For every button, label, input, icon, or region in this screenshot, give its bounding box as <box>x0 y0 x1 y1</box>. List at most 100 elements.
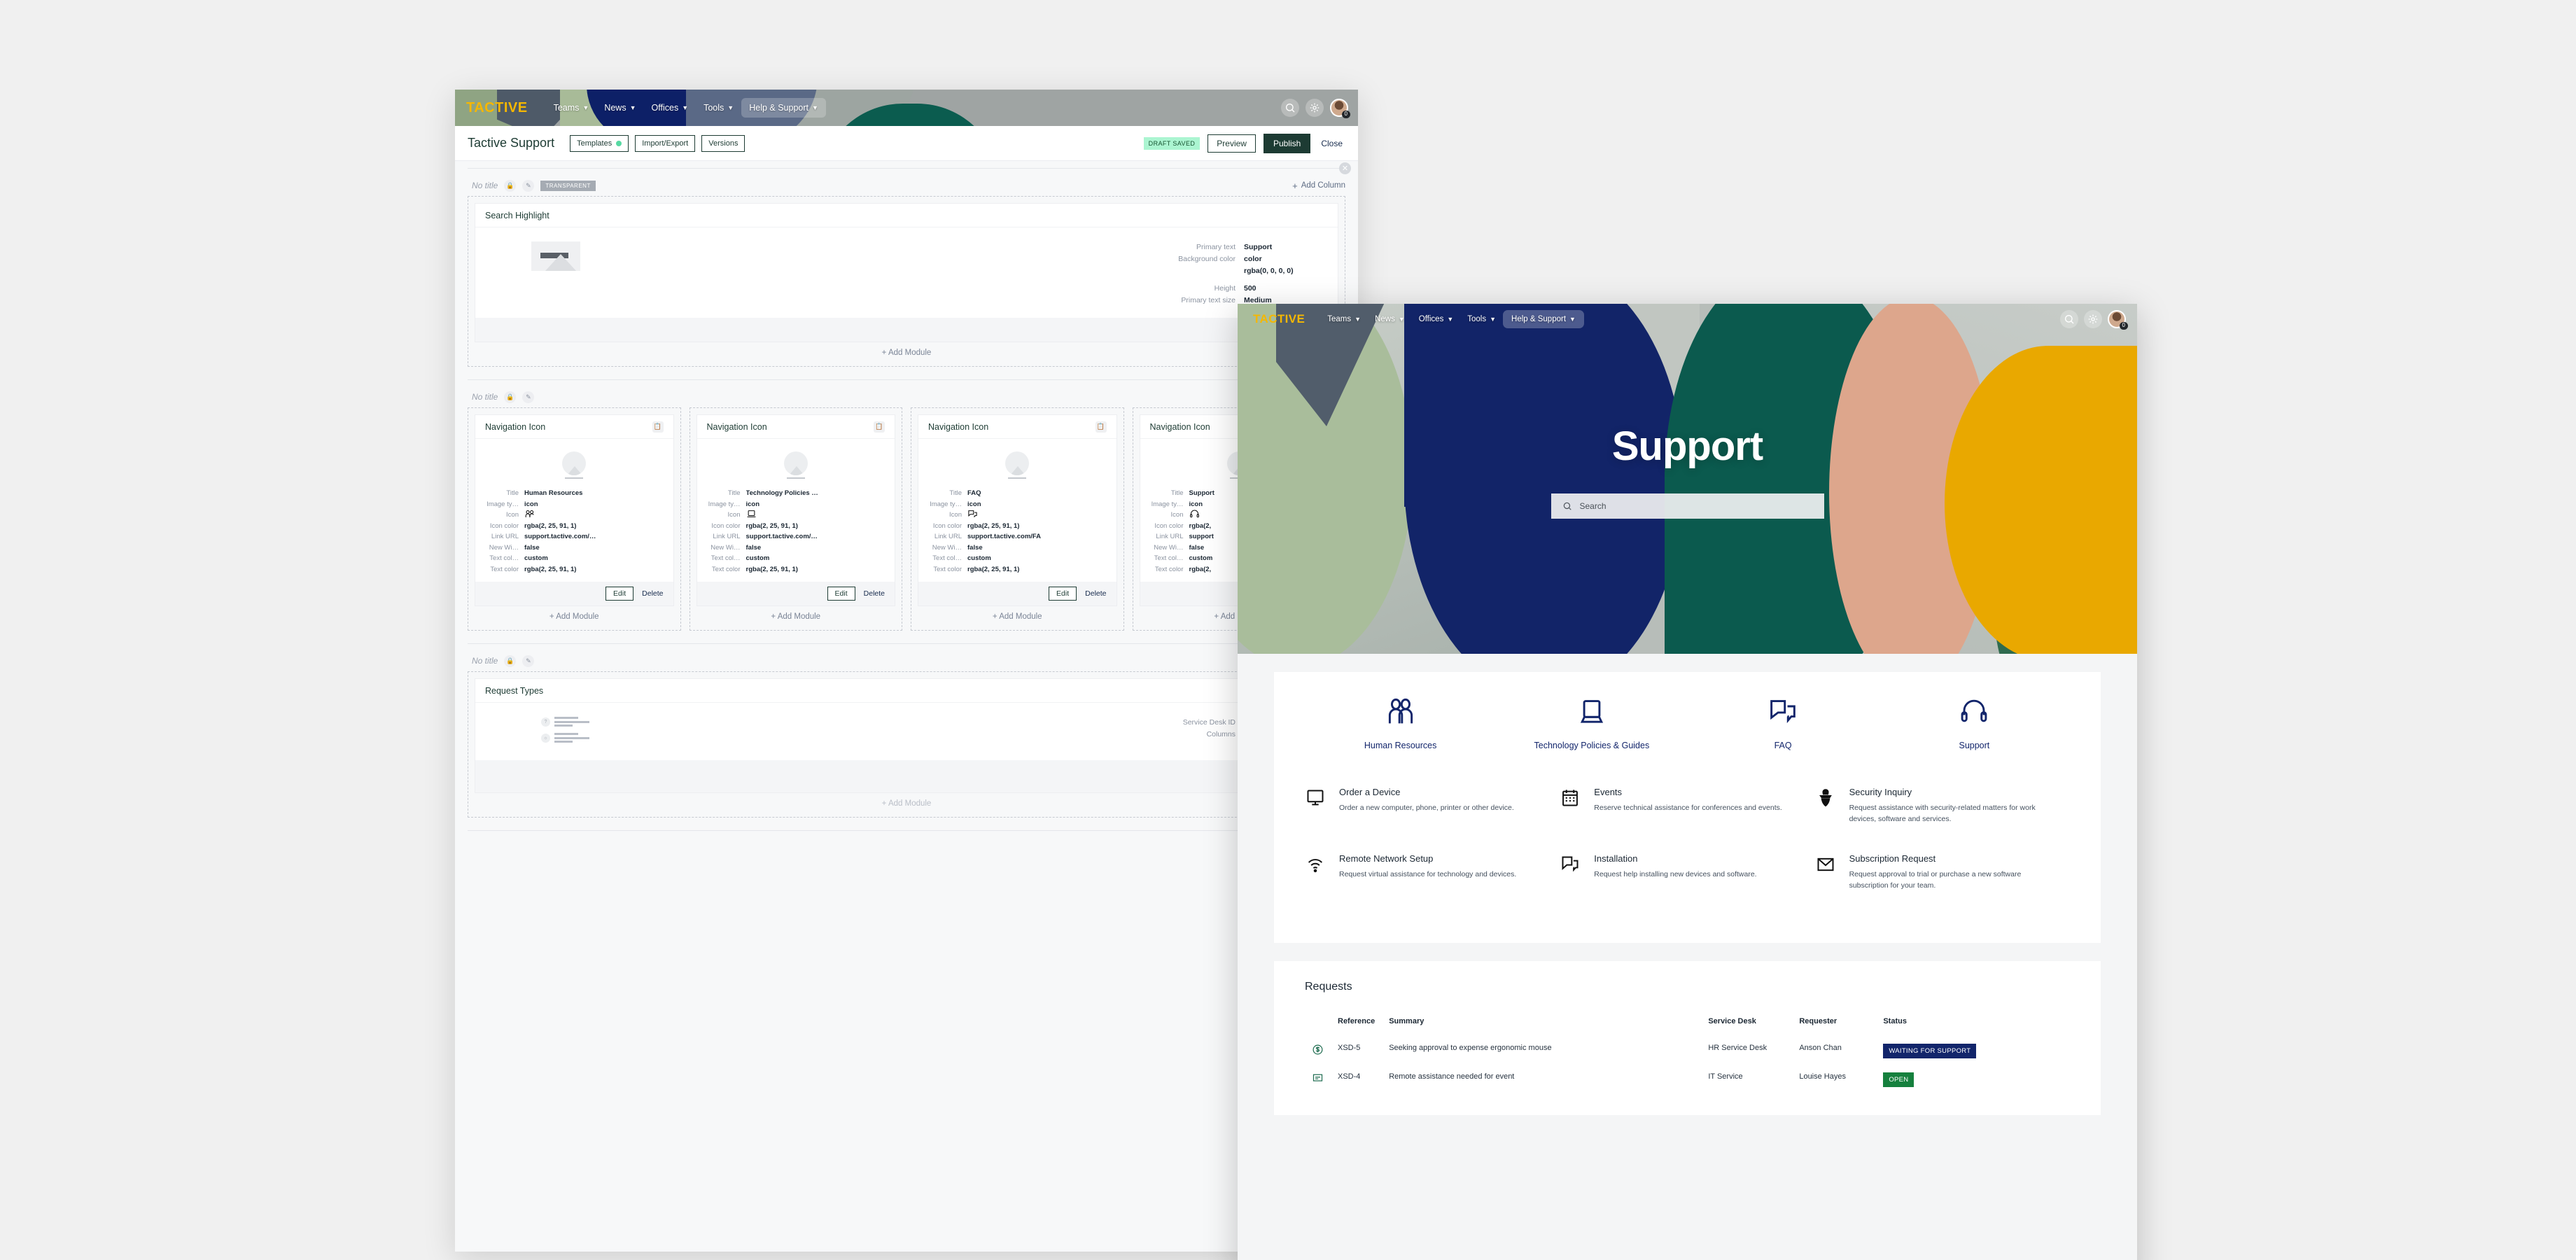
add-module-button[interactable]: + Add Module <box>475 793 1338 811</box>
property-label: Icon color <box>1154 522 1184 530</box>
gear-icon[interactable] <box>1306 99 1324 117</box>
hero-title: Support <box>1611 424 1763 469</box>
preview-nav-logo[interactable]: TACTIVE <box>1253 312 1305 326</box>
add-module-button[interactable]: + Add Module <box>475 342 1338 360</box>
editor-nav-item-tools[interactable]: Tools ▼ <box>696 98 741 118</box>
property-row: Text color rgba(2, 25, 91, 1) <box>925 564 1110 575</box>
request-type-security-inquiry[interactable]: Security Inquiry Request assistance with… <box>1815 787 2070 825</box>
avatar[interactable]: 0 <box>1330 99 1350 118</box>
search-icon[interactable] <box>1281 99 1299 117</box>
property-row: New Wi… false <box>925 542 1110 554</box>
chevron-down-icon: ▼ <box>1447 316 1454 323</box>
property-label: New Wi… <box>932 543 962 552</box>
add-module-label: Add Module <box>888 349 932 357</box>
delete-button[interactable]: Delete <box>864 589 885 598</box>
editor-nav-item-offices[interactable]: Offices ▼ <box>644 98 696 118</box>
nav-icon-technology-policies[interactable]: Technology Policies & Guides <box>1496 693 1687 750</box>
editor-nav-item-help-support[interactable]: Help & Support ▼ <box>741 98 826 118</box>
request-type-title: Remote Network Setup <box>1339 853 1434 864</box>
request-type-subscription-request[interactable]: Subscription Request Request approval to… <box>1815 853 2070 892</box>
request-type-remote-network-setup[interactable]: Remote Network Setup Request virtual ass… <box>1305 853 1560 892</box>
chevron-down-icon: ▼ <box>1398 316 1405 323</box>
section-request-types: No title 🔒 ✎ Request Types ? ☼ Service D… <box>455 650 1358 823</box>
editor-nav-label: Offices <box>651 103 679 113</box>
delete-button[interactable]: Delete <box>642 589 663 598</box>
property-row: Link URL support.tactive.com/FA <box>925 531 1110 542</box>
section-title[interactable]: No title <box>472 392 498 402</box>
column-header-service-desk[interactable]: Service Desk <box>1701 1017 1792 1037</box>
close-button[interactable]: Close <box>1318 135 1345 152</box>
module-card-navigation-icon[interactable]: Navigation Icon 📋 Title Technology Polici… <box>696 414 895 606</box>
add-module-button[interactable]: + Add Module <box>918 606 1117 624</box>
publish-button[interactable]: Publish <box>1263 133 1311 153</box>
preview-button[interactable]: Preview <box>1208 134 1256 153</box>
comment-icon <box>1312 1074 1323 1082</box>
headset-icon <box>1189 510 1200 521</box>
nav-icon-human-resources[interactable]: Human Resources <box>1305 693 1496 750</box>
property-value: false <box>746 543 762 552</box>
table-row[interactable]: XSD-4 Remote assistance needed for event… <box>1305 1065 2070 1094</box>
property-label: Columns <box>1206 730 1236 738</box>
preview-nav-item-tools[interactable]: Tools ▼ <box>1460 311 1503 328</box>
edit-button[interactable]: Edit <box>1049 587 1077 601</box>
copy-icon[interactable]: 📋 <box>652 421 664 433</box>
module-card-navigation-icon[interactable]: Navigation Icon 📋 Title FAQ Image ty… icon… <box>918 414 1117 606</box>
add-module-button[interactable]: + Add Module <box>696 606 896 624</box>
column-header-status[interactable]: Status <box>1876 1017 2070 1037</box>
search-icon[interactable] <box>2060 310 2078 328</box>
preview-nav-item-news[interactable]: News ▼ <box>1368 311 1412 328</box>
add-column-button[interactable]: + Add Column <box>1292 181 1345 191</box>
row-type-icon <box>1305 1037 1331 1065</box>
request-type-description: Request approval to trial or purchase a … <box>1849 869 2022 890</box>
add-section-icon[interactable]: ✕ <box>1339 162 1351 174</box>
background-tag: TRANSPARENT <box>540 180 596 191</box>
edit-pencil-icon[interactable]: ✎ <box>522 391 535 403</box>
table-row[interactable]: XSD-5 Seeking approval to expense ergono… <box>1305 1037 2070 1065</box>
module-card-search-highlight[interactable]: Search Highlight Primary text Support Ba… <box>475 203 1338 342</box>
preview-nav-item-offices[interactable]: Offices ▼ <box>1412 311 1461 328</box>
hero-search-box[interactable]: Search <box>1550 493 1824 519</box>
edit-button[interactable]: Edit <box>827 587 855 601</box>
versions-button[interactable]: Versions <box>701 134 746 152</box>
property-value: rgba(2, 25, 91, 1) <box>967 565 1020 573</box>
page-builder-window: TACTIVE Teams ▼ News ▼ Offices ▼ Tools ▼ <box>455 90 1358 1252</box>
nav-icon-faq[interactable]: FAQ <box>1688 693 1879 750</box>
editor-nav-item-teams[interactable]: Teams ▼ <box>546 98 597 118</box>
request-type-events[interactable]: Events Reserve technical assistance for … <box>1560 787 1814 825</box>
column-header-summary[interactable]: Summary <box>1382 1017 1701 1037</box>
search-icon <box>1563 502 1572 510</box>
nav-icon-support[interactable]: Support <box>1879 693 2070 750</box>
add-module-button[interactable]: + Add Module <box>475 606 674 624</box>
property-row: Icon color rgba(2, 25, 91, 1) <box>704 521 888 532</box>
copy-icon[interactable]: 📋 <box>1095 421 1107 433</box>
module-card-navigation-icon[interactable]: Navigation Icon 📋 Title Human Resources I… <box>475 414 674 606</box>
copy-icon[interactable]: 📋 <box>874 421 885 433</box>
edit-pencil-icon[interactable]: ✎ <box>522 654 535 667</box>
templates-button[interactable]: Templates <box>570 134 629 152</box>
module-thumbnail <box>562 451 587 475</box>
property-label: Primary text <box>1196 243 1236 251</box>
section-title[interactable]: No title <box>472 181 498 190</box>
avatar[interactable]: 0 <box>2108 310 2128 330</box>
column-header-reference[interactable]: Reference <box>1331 1017 1382 1037</box>
lock-icon[interactable]: 🔒 <box>504 179 517 192</box>
delete-button[interactable]: Delete <box>1085 589 1106 598</box>
preview-nav-item-teams[interactable]: Teams ▼ <box>1320 311 1368 328</box>
import-export-button[interactable]: Import/Export <box>635 134 696 152</box>
column-header-requester[interactable]: Requester <box>1792 1017 1876 1037</box>
module-card-request-types[interactable]: Request Types ? ☼ Service Desk ID Column… <box>475 678 1338 793</box>
preview-nav-item-help-support[interactable]: Help & Support ▼ <box>1503 310 1584 328</box>
section-title[interactable]: No title <box>472 656 498 666</box>
gear-icon[interactable] <box>2084 310 2102 328</box>
column: Navigation Icon 📋 Title FAQ Image ty… icon… <box>911 407 1124 631</box>
lock-icon[interactable]: 🔒 <box>504 391 517 403</box>
editor-nav-logo[interactable]: TACTIVE <box>466 100 528 116</box>
envelope-icon <box>1815 853 1839 892</box>
lock-icon[interactable]: 🔒 <box>504 654 517 667</box>
request-type-order-a-device[interactable]: Order a Device Order a new computer, pho… <box>1305 787 1560 825</box>
editor-nav-item-news[interactable]: News ▼ <box>596 98 643 118</box>
edit-button[interactable]: Edit <box>606 587 634 601</box>
property-value: rgba(0, 0, 0, 0) <box>1244 267 1294 275</box>
edit-pencil-icon[interactable]: ✎ <box>522 179 535 192</box>
request-type-installation[interactable]: Installation Request help installing new… <box>1560 853 1814 892</box>
